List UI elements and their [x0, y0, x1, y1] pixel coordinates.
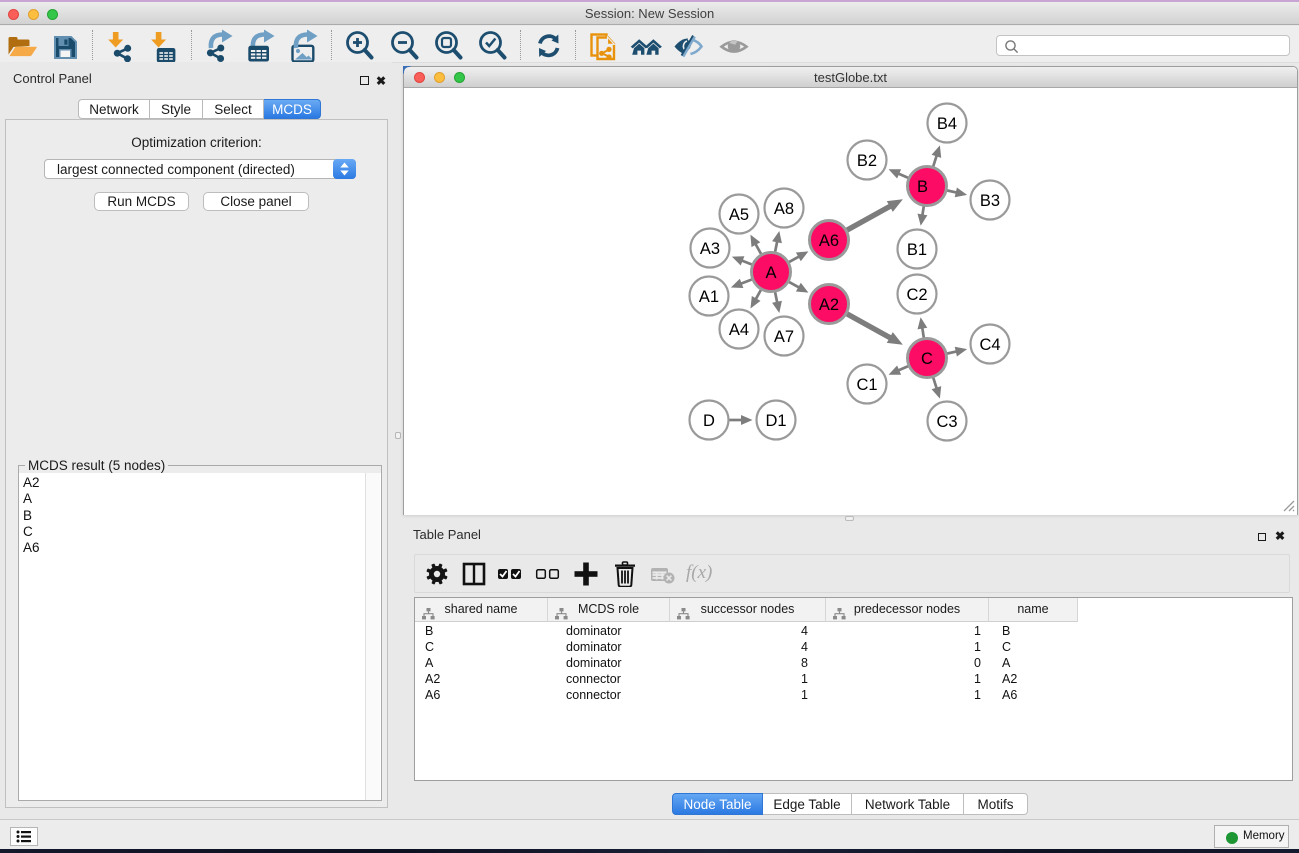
svg-text:B4: B4 — [937, 115, 957, 133]
svg-text:D1: D1 — [765, 412, 786, 430]
svg-text:B1: B1 — [907, 241, 927, 259]
svg-text:D: D — [703, 412, 715, 430]
svg-text:A8: A8 — [774, 200, 794, 218]
svg-text:C3: C3 — [936, 413, 957, 431]
svg-text:C4: C4 — [979, 336, 1000, 354]
svg-text:A1: A1 — [699, 288, 719, 306]
svg-text:C1: C1 — [856, 376, 877, 394]
svg-text:A6: A6 — [819, 232, 839, 250]
svg-text:A5: A5 — [729, 206, 749, 224]
svg-text:A3: A3 — [700, 240, 720, 258]
svg-text:A7: A7 — [774, 328, 794, 346]
svg-text:A4: A4 — [729, 321, 749, 339]
svg-text:A2: A2 — [819, 296, 839, 314]
svg-text:A: A — [765, 264, 776, 282]
svg-text:C2: C2 — [906, 286, 927, 304]
svg-text:B3: B3 — [980, 192, 1000, 210]
svg-text:B2: B2 — [857, 152, 877, 170]
svg-text:B: B — [917, 178, 928, 196]
svg-text:C: C — [921, 350, 933, 368]
